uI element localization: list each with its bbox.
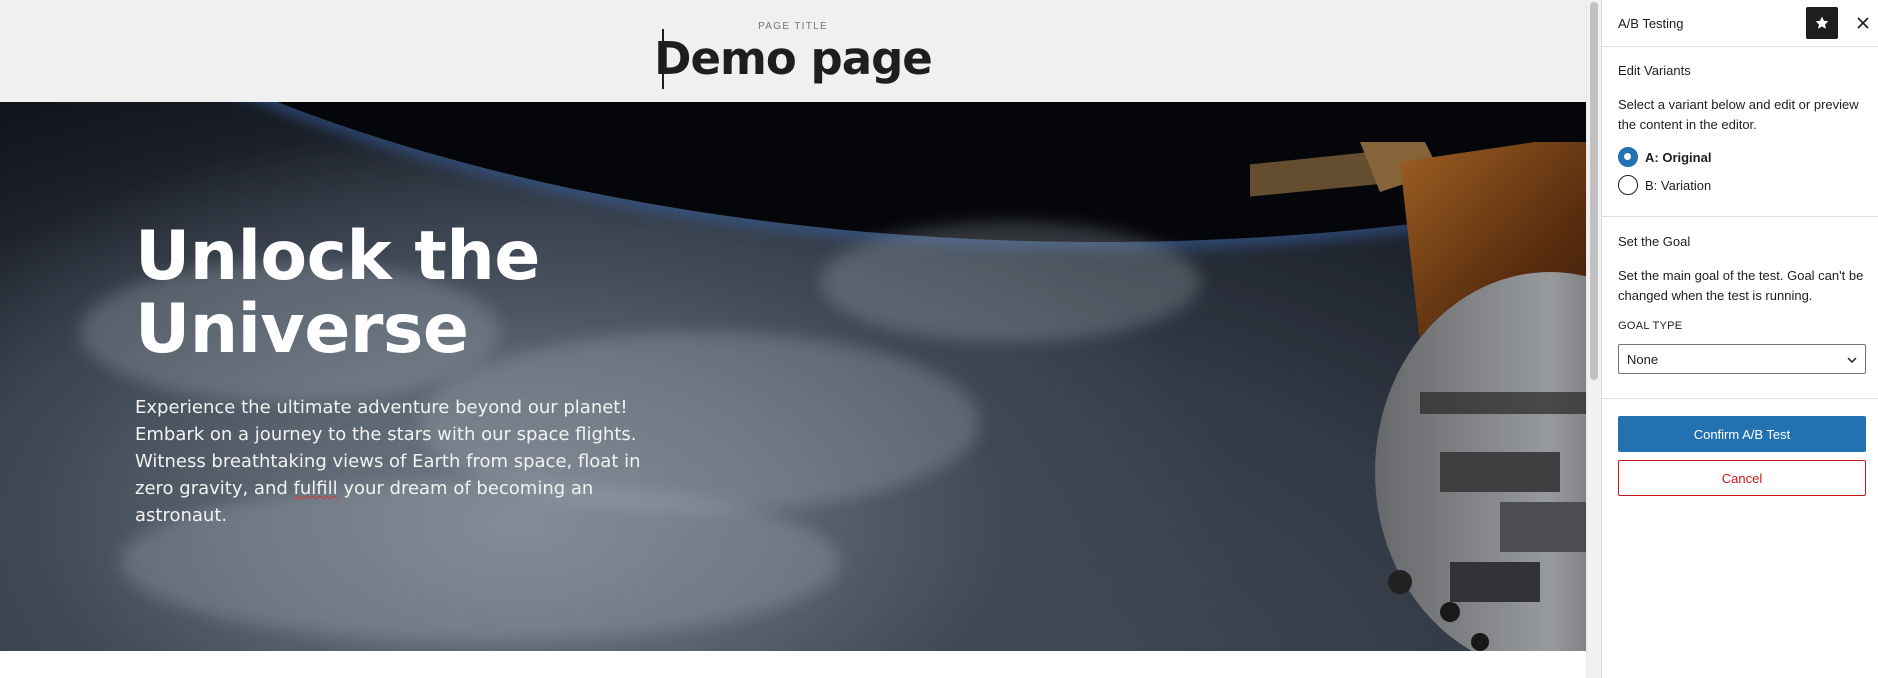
- sidebar-title: A/B Testing: [1618, 16, 1684, 31]
- goal-type-label: GOAL TYPE: [1618, 320, 1683, 332]
- edit-variants-heading: Edit Variants: [1618, 63, 1691, 78]
- ab-testing-sidebar: A/B Testing Edit Variants Select a varia…: [1601, 0, 1878, 678]
- sidebar-header: A/B Testing: [1602, 0, 1878, 47]
- variant-option-b[interactable]: B: Variation: [1618, 174, 1711, 196]
- page-title-input[interactable]: Demo page: [0, 32, 1586, 85]
- chevron-down-icon: [1847, 357, 1857, 364]
- close-sidebar-button[interactable]: [1852, 12, 1874, 34]
- hero-overlay: [0, 102, 1586, 651]
- close-icon: [1857, 17, 1869, 29]
- star-icon: [1815, 16, 1829, 29]
- variant-option-a[interactable]: A: Original: [1618, 146, 1711, 168]
- goal-type-value: None: [1627, 351, 1659, 367]
- set-goal-description: Set the main goal of the test. Goal can'…: [1618, 268, 1864, 303]
- radio-selected[interactable]: [1618, 147, 1638, 167]
- edit-variants-description: Select a variant below and edit or previ…: [1618, 97, 1859, 132]
- radio-unselected[interactable]: [1618, 175, 1638, 195]
- editor-scrollbar[interactable]: [1586, 0, 1601, 678]
- goal-type-select[interactable]: None: [1618, 344, 1866, 374]
- hero-paragraph[interactable]: Experience the ultimate adventure beyond…: [135, 394, 655, 529]
- set-goal-section: Set the Goal Set the main goal of the te…: [1602, 217, 1878, 399]
- page-title-label: PAGE TITLE: [758, 21, 828, 32]
- edit-variants-section: Edit Variants Select a variant below and…: [1602, 47, 1878, 217]
- scrollbar-thumb[interactable]: [1590, 2, 1598, 380]
- variant-b-label: B: Variation: [1645, 177, 1712, 193]
- hero-cover-block[interactable]: Unlock the Universe Experience the ultim…: [0, 102, 1586, 651]
- confirm-ab-test-button[interactable]: Confirm A/B Test: [1618, 416, 1866, 452]
- misspelled-word: fulfill: [293, 478, 338, 499]
- cancel-button[interactable]: Cancel: [1618, 460, 1866, 496]
- pin-sidebar-button[interactable]: [1806, 7, 1838, 39]
- hero-heading[interactable]: Unlock the Universe: [135, 220, 735, 366]
- set-goal-heading: Set the Goal: [1618, 234, 1691, 249]
- editor-canvas: PAGE TITLE Demo page Unlock the Universe…: [0, 0, 1586, 678]
- variant-a-label: A: Original: [1645, 149, 1712, 165]
- page-title-area: PAGE TITLE Demo page: [0, 0, 1586, 102]
